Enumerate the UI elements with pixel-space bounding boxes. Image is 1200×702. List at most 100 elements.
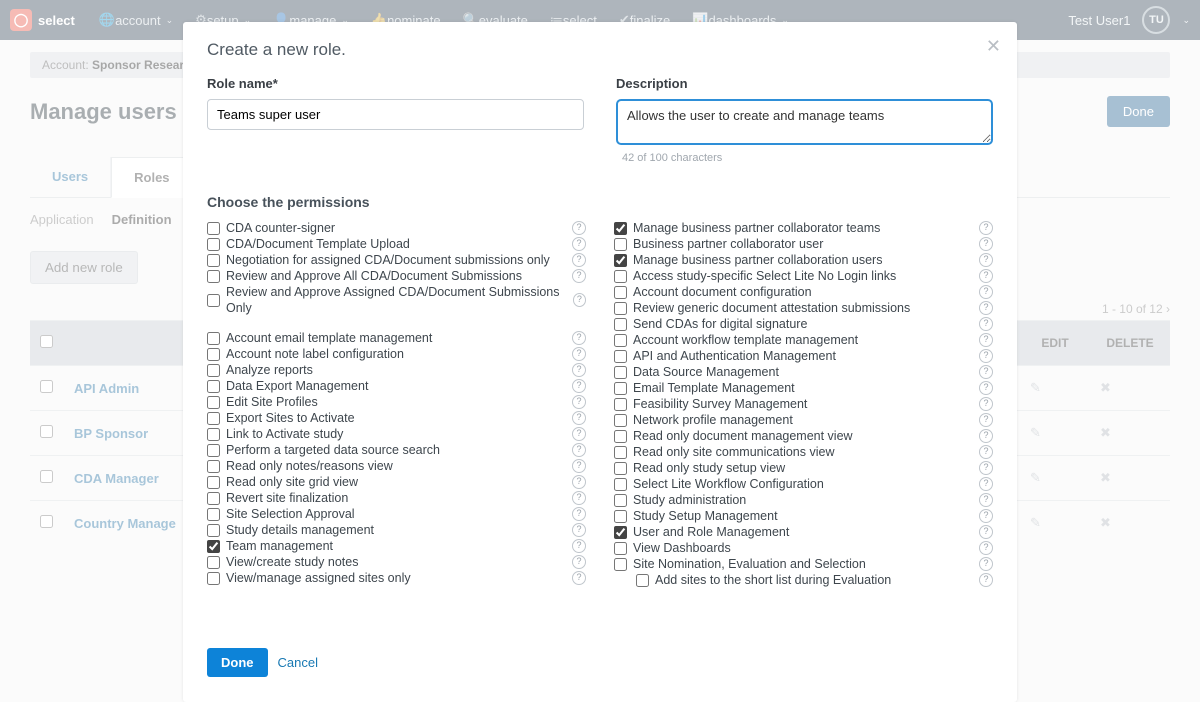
- permission-checkbox[interactable]: [614, 318, 627, 331]
- permission-checkbox[interactable]: [636, 574, 649, 587]
- permission-checkbox[interactable]: [614, 366, 627, 379]
- help-icon[interactable]: ?: [572, 523, 586, 537]
- permission-label: CDA counter-signer: [226, 220, 335, 236]
- permission-checkbox[interactable]: [614, 446, 627, 459]
- description-textarea[interactable]: [616, 99, 993, 145]
- help-icon[interactable]: ?: [572, 507, 586, 521]
- help-icon[interactable]: ?: [979, 285, 993, 299]
- help-icon[interactable]: ?: [572, 363, 586, 377]
- permission-checkbox[interactable]: [207, 524, 220, 537]
- help-icon[interactable]: ?: [572, 411, 586, 425]
- permission-checkbox[interactable]: [614, 398, 627, 411]
- permission-item: Review and Approve All CDA/Document Subm…: [207, 268, 586, 284]
- help-icon[interactable]: ?: [572, 539, 586, 553]
- help-icon[interactable]: ?: [979, 525, 993, 539]
- permission-checkbox[interactable]: [614, 270, 627, 283]
- help-icon[interactable]: ?: [572, 475, 586, 489]
- permission-checkbox[interactable]: [614, 478, 627, 491]
- permission-checkbox[interactable]: [207, 396, 220, 409]
- help-icon[interactable]: ?: [572, 331, 586, 345]
- help-icon[interactable]: ?: [979, 509, 993, 523]
- permission-checkbox[interactable]: [614, 302, 627, 315]
- permission-checkbox[interactable]: [614, 494, 627, 507]
- permission-checkbox[interactable]: [207, 222, 220, 235]
- help-icon[interactable]: ?: [979, 301, 993, 315]
- permission-checkbox[interactable]: [207, 238, 220, 251]
- help-icon[interactable]: ?: [979, 333, 993, 347]
- help-icon[interactable]: ?: [979, 349, 993, 363]
- help-icon[interactable]: ?: [572, 395, 586, 409]
- permission-checkbox[interactable]: [207, 572, 220, 585]
- permission-checkbox[interactable]: [614, 542, 627, 555]
- permission-checkbox[interactable]: [614, 238, 627, 251]
- help-icon[interactable]: ?: [572, 555, 586, 569]
- permission-checkbox[interactable]: [614, 254, 627, 267]
- permission-checkbox[interactable]: [614, 334, 627, 347]
- help-icon[interactable]: ?: [979, 477, 993, 491]
- permission-checkbox[interactable]: [614, 558, 627, 571]
- permission-checkbox[interactable]: [207, 540, 220, 553]
- permission-checkbox[interactable]: [614, 414, 627, 427]
- permission-checkbox[interactable]: [614, 510, 627, 523]
- help-icon[interactable]: ?: [979, 237, 993, 251]
- permission-checkbox[interactable]: [207, 364, 220, 377]
- help-icon[interactable]: ?: [979, 541, 993, 555]
- permission-item: Read only site grid view?: [207, 474, 586, 490]
- permission-label: Read only document management view: [633, 428, 853, 444]
- help-icon[interactable]: ?: [573, 293, 586, 307]
- modal-done-button[interactable]: Done: [207, 648, 268, 677]
- help-icon[interactable]: ?: [979, 413, 993, 427]
- permission-checkbox[interactable]: [207, 254, 220, 267]
- permission-checkbox[interactable]: [207, 444, 220, 457]
- permission-item: View/manage assigned sites only?: [207, 570, 586, 586]
- help-icon[interactable]: ?: [572, 237, 586, 251]
- permission-checkbox[interactable]: [207, 332, 220, 345]
- help-icon[interactable]: ?: [979, 397, 993, 411]
- help-icon[interactable]: ?: [572, 443, 586, 457]
- role-name-input[interactable]: [207, 99, 584, 130]
- permission-checkbox[interactable]: [614, 286, 627, 299]
- help-icon[interactable]: ?: [572, 427, 586, 441]
- permission-checkbox[interactable]: [614, 462, 627, 475]
- help-icon[interactable]: ?: [572, 491, 586, 505]
- help-icon[interactable]: ?: [979, 317, 993, 331]
- help-icon[interactable]: ?: [572, 347, 586, 361]
- permission-checkbox[interactable]: [207, 460, 220, 473]
- permission-checkbox[interactable]: [207, 556, 220, 569]
- help-icon[interactable]: ?: [979, 493, 993, 507]
- help-icon[interactable]: ?: [572, 459, 586, 473]
- help-icon[interactable]: ?: [979, 269, 993, 283]
- help-icon[interactable]: ?: [979, 381, 993, 395]
- permission-checkbox[interactable]: [207, 270, 220, 283]
- help-icon[interactable]: ?: [979, 557, 993, 571]
- permission-checkbox[interactable]: [207, 476, 220, 489]
- permission-item: Export Sites to Activate?: [207, 410, 586, 426]
- permission-checkbox[interactable]: [207, 428, 220, 441]
- permission-checkbox[interactable]: [207, 294, 220, 307]
- permission-checkbox[interactable]: [207, 412, 220, 425]
- help-icon[interactable]: ?: [979, 573, 993, 587]
- modal-cancel-button[interactable]: Cancel: [278, 655, 318, 670]
- help-icon[interactable]: ?: [979, 365, 993, 379]
- permission-checkbox[interactable]: [207, 380, 220, 393]
- help-icon[interactable]: ?: [572, 221, 586, 235]
- help-icon[interactable]: ?: [979, 221, 993, 235]
- help-icon[interactable]: ?: [979, 429, 993, 443]
- help-icon[interactable]: ?: [572, 269, 586, 283]
- permission-checkbox[interactable]: [207, 348, 220, 361]
- permission-checkbox[interactable]: [207, 492, 220, 505]
- permission-checkbox[interactable]: [207, 508, 220, 521]
- help-icon[interactable]: ?: [572, 571, 586, 585]
- permission-checkbox[interactable]: [614, 526, 627, 539]
- permission-checkbox[interactable]: [614, 350, 627, 363]
- close-icon[interactable]: ✕: [986, 36, 1001, 57]
- permission-checkbox[interactable]: [614, 382, 627, 395]
- permission-checkbox[interactable]: [614, 222, 627, 235]
- help-icon[interactable]: ?: [979, 461, 993, 475]
- permission-label: Account note label configuration: [226, 346, 404, 362]
- help-icon[interactable]: ?: [572, 253, 586, 267]
- permission-checkbox[interactable]: [614, 430, 627, 443]
- help-icon[interactable]: ?: [979, 253, 993, 267]
- help-icon[interactable]: ?: [979, 445, 993, 459]
- help-icon[interactable]: ?: [572, 379, 586, 393]
